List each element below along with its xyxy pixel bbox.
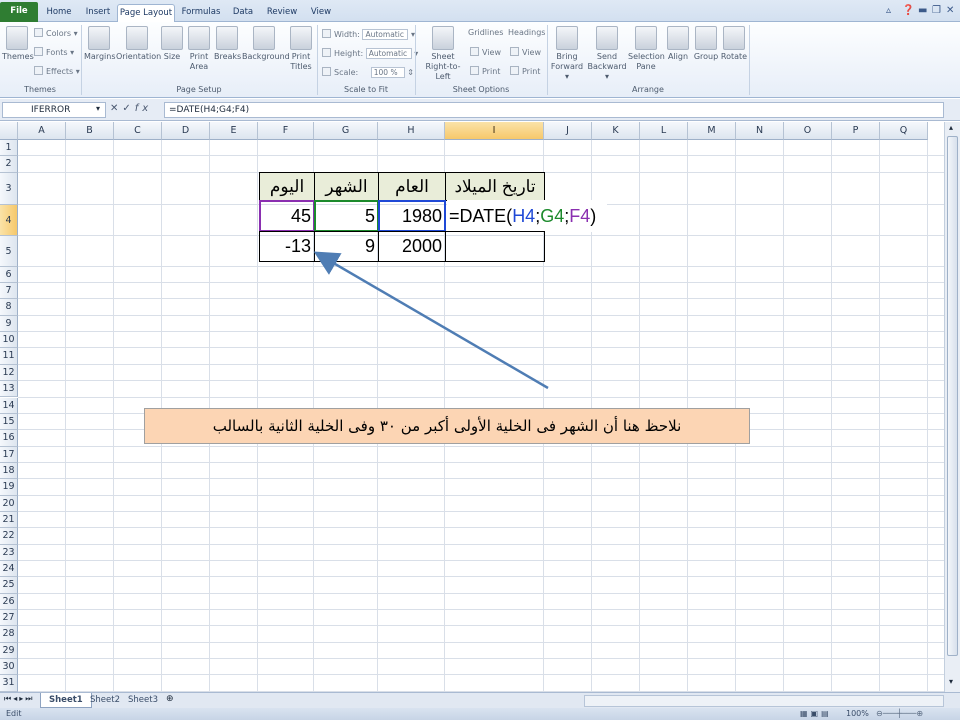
sheet-nav-icons[interactable]: ⏮◂▸⏭ [4,694,34,704]
excel-window: File Home Insert Page Layout Formulas Da… [0,0,960,720]
zoom-level[interactable]: 100% [846,708,869,720]
status-mode: Edit [6,709,22,718]
vertical-scrollbar[interactable]: ▴ ▾ [944,122,960,692]
scroll-down-icon[interactable]: ▾ [949,677,953,686]
status-bar: Edit ▦▣▤ 100% ⊖───┼───⊕ [0,708,960,720]
callout-note: نلاحظ هنا أن الشهر فى الخلية الأولى أكبر… [144,408,750,444]
scroll-thumb[interactable] [947,136,958,656]
arrow-line [313,251,549,390]
view-buttons[interactable]: ▦▣▤ [800,708,832,720]
horizontal-scrollbar[interactable] [584,695,944,707]
annotation-arrow [313,251,549,390]
scroll-up-icon[interactable]: ▴ [949,123,953,132]
insert-sheet-icon[interactable]: ⊕ [166,694,174,704]
zoom-slider[interactable]: ⊖───┼───⊕ [876,708,923,720]
sheet-tab-bar: ⏮◂▸⏭ Sheet1 Sheet2 Sheet3 ⊕ [0,692,960,708]
sheet-tab-3[interactable]: Sheet3 [120,693,166,708]
